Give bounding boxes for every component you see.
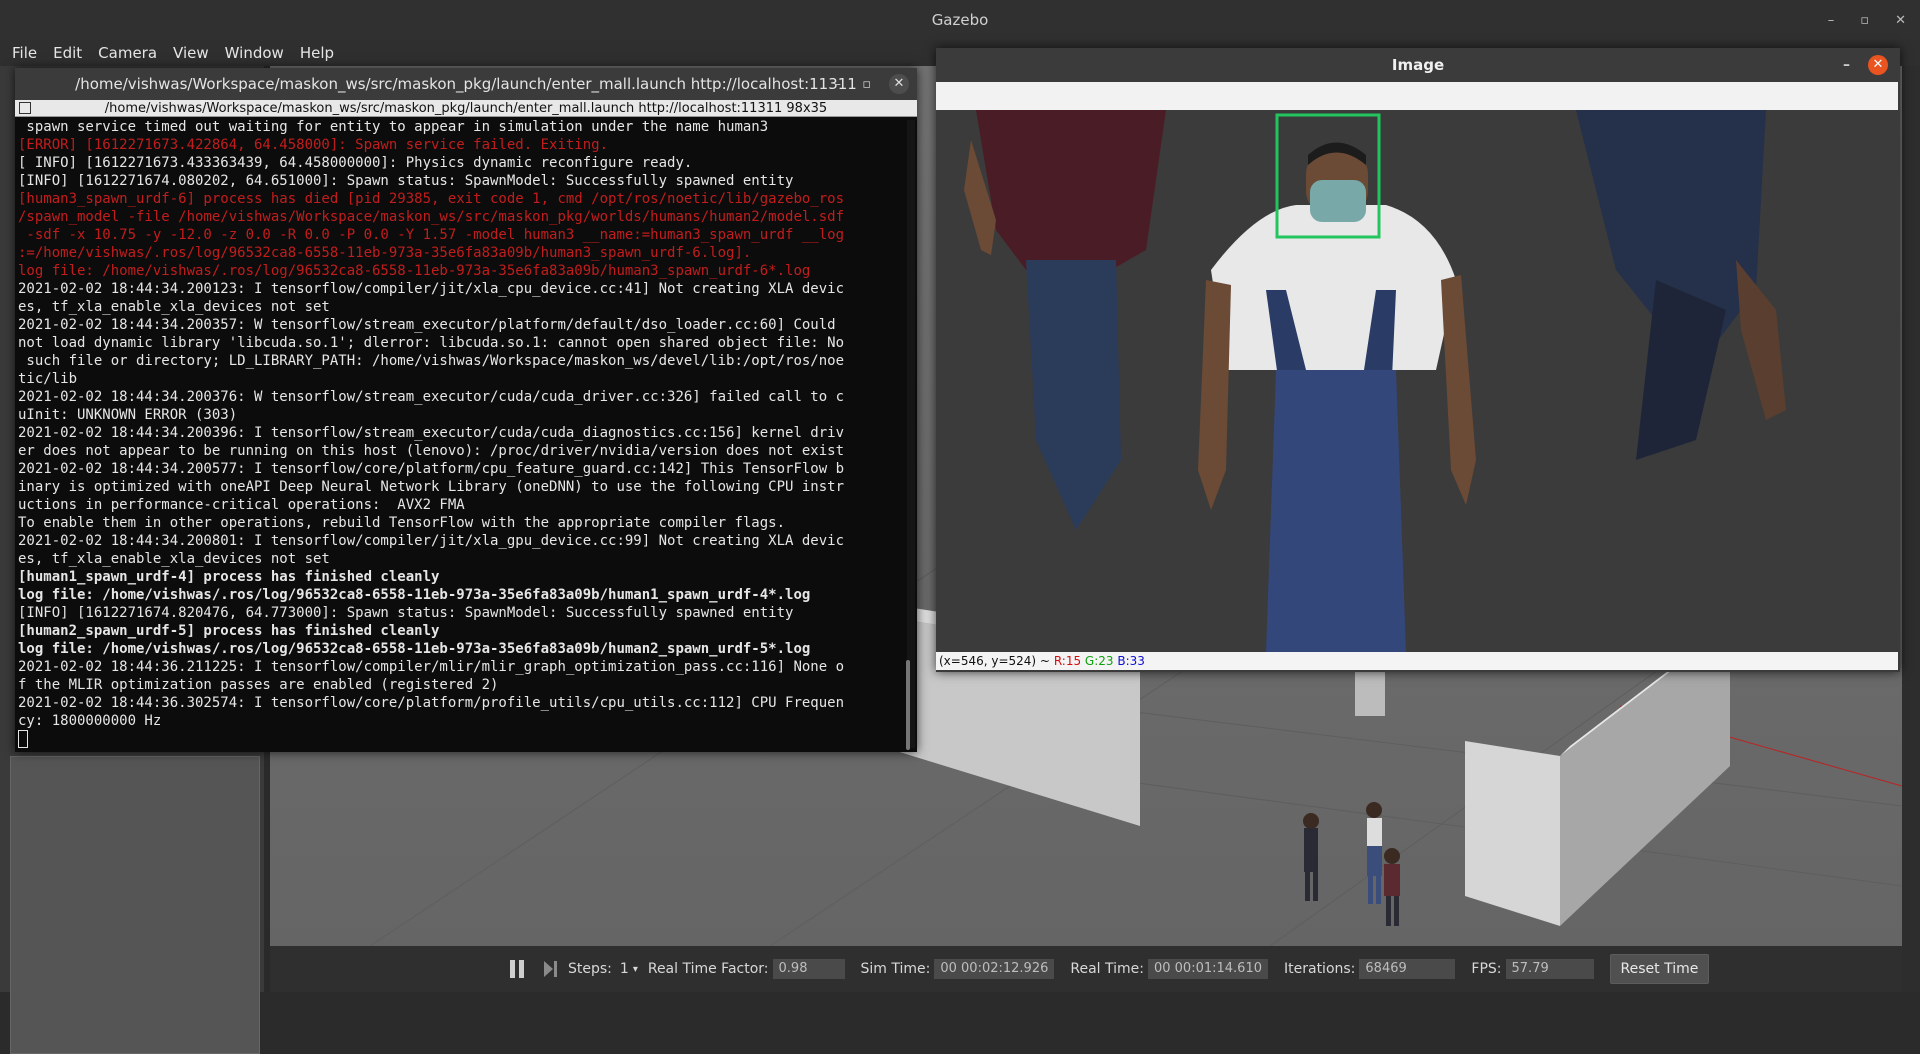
pixel-coords: (x=546, y=524) ~ xyxy=(939,654,1050,668)
image-window[interactable]: Image – ✕ (x=546, y=524) ~ R:15 G:23 B:3… xyxy=(936,48,1900,672)
close-button[interactable]: ✕ xyxy=(1895,13,1906,28)
terminal-line: es, tf_xla_enable_xla_devices not set xyxy=(18,299,330,315)
chevron-down-icon[interactable]: ▾ xyxy=(633,964,638,975)
image-titlebar[interactable]: Image – ✕ xyxy=(936,48,1900,82)
camera-image[interactable] xyxy=(936,110,1898,652)
properties-panel[interactable] xyxy=(10,756,260,1054)
step-forward-icon[interactable] xyxy=(544,961,558,977)
terminal-scrollbar-thumb[interactable] xyxy=(906,660,910,750)
minimize-button[interactable]: – xyxy=(835,68,842,100)
terminal-line: [human3_spawn_urdf-6] process has died [… xyxy=(18,191,845,207)
menu-edit[interactable]: Edit xyxy=(53,44,82,62)
real-time-factor-value: 0.98 xyxy=(772,959,845,979)
terminal-line: log file: /home/vishwas/.ros/log/96532ca… xyxy=(18,263,811,279)
terminal-line: [ERROR] [1612271673.422864, 64.458000]: … xyxy=(18,137,609,153)
terminal-line: es, tf_xla_enable_xla_devices not set xyxy=(18,551,330,567)
minimize-button[interactable]: – xyxy=(1828,13,1835,28)
real-time-value: 00 00:01:14.610 xyxy=(1147,959,1268,979)
close-button[interactable]: ✕ xyxy=(889,74,909,94)
terminal-title: /home/vishwas/Workspace/maskon_ws/src/ma… xyxy=(75,75,857,93)
terminal-tab[interactable]: /home/vishwas/Workspace/maskon_ws/src/ma… xyxy=(15,100,917,117)
terminal-line: inary is optimized with oneAPI Deep Neur… xyxy=(18,479,845,495)
pixel-info-status: (x=546, y=524) ~ R:15 G:23 B:33 xyxy=(936,652,1898,670)
terminal-tab-icon[interactable] xyxy=(19,102,31,114)
terminal-line: such file or directory; LD_LIBRARY_PATH:… xyxy=(18,353,845,369)
menu-file[interactable]: File xyxy=(12,44,37,62)
image-title: Image xyxy=(1391,56,1445,74)
gazebo-title: Gazebo xyxy=(931,11,989,29)
gazebo-window-controls: – ▫ ✕ xyxy=(1828,0,1906,40)
terminal-line: not load dynamic library 'libcuda.so.1';… xyxy=(18,335,845,351)
terminal-line: 2021-02-02 18:44:34.200801: I tensorflow… xyxy=(18,533,845,549)
camera-frame xyxy=(936,110,1898,652)
terminal-line: [human2_spawn_urdf-5] process has finish… xyxy=(18,623,440,639)
terminal-line: /spawn_model -file /home/vishwas/Workspa… xyxy=(18,209,845,225)
terminal-line: 2021-02-02 18:44:34.200123: I tensorflow… xyxy=(18,281,845,297)
real-time-label: Real Time: xyxy=(1070,961,1144,977)
terminal-line: log file: /home/vishwas/.ros/log/96532ca… xyxy=(18,641,811,657)
terminal-line: spawn service timed out waiting for enti… xyxy=(18,119,769,135)
terminal-line: er does not appear to be running on this… xyxy=(18,443,845,459)
fps-label: FPS: xyxy=(1471,961,1502,977)
gazebo-titlebar: Gazebo – ▫ ✕ xyxy=(0,0,1920,40)
iterations-label: Iterations: xyxy=(1284,961,1356,977)
terminal-titlebar[interactable]: /home/vishwas/Workspace/maskon_ws/src/ma… xyxy=(15,68,917,100)
terminal-line: [INFO] [1612271674.820476, 64.773000]: S… xyxy=(18,605,794,621)
terminal-line: tic/lib xyxy=(18,371,78,387)
image-toolbar xyxy=(936,82,1898,110)
right-scrollbar[interactable] xyxy=(1902,66,1920,992)
terminal-line: 2021-02-02 18:44:34.200577: I tensorflow… xyxy=(18,461,845,477)
terminal-output[interactable]: spawn service timed out waiting for enti… xyxy=(15,118,903,752)
terminal-line: 2021-02-02 18:44:36.302574: I tensorflow… xyxy=(18,695,845,711)
terminal-line: [human1_spawn_urdf-4] process has finish… xyxy=(18,569,440,585)
menu-view[interactable]: View xyxy=(173,44,209,62)
terminal-line: [INFO] [1612271674.080202, 64.651000]: S… xyxy=(18,173,794,189)
terminal-line: 2021-02-02 18:44:34.200357: W tensorflow… xyxy=(18,317,836,333)
text-cursor xyxy=(18,730,28,748)
menu-help[interactable]: Help xyxy=(300,44,334,62)
terminal-line: 2021-02-02 18:44:34.200396: I tensorflow… xyxy=(18,425,845,441)
minimize-button[interactable]: – xyxy=(1843,48,1850,82)
simulation-toolbar: Steps: 1 ▾ Real Time Factor: 0.98 Sim Ti… xyxy=(270,946,1902,992)
maximize-button[interactable]: ▫ xyxy=(1860,13,1869,28)
terminal-line: uInit: UNKNOWN ERROR (303) xyxy=(18,407,238,423)
steps-label: Steps: xyxy=(568,961,612,977)
terminal-line: f the MLIR optimization passes are enabl… xyxy=(18,677,499,693)
terminal-line: 2021-02-02 18:44:36.211225: I tensorflow… xyxy=(18,659,845,675)
real-time-factor-label: Real Time Factor: xyxy=(647,961,769,977)
iterations-value: 68469 xyxy=(1359,959,1456,979)
terminal-line: 2021-02-02 18:44:34.200376: W tensorflow… xyxy=(18,389,845,405)
pixel-red-value: R:15 xyxy=(1053,654,1082,668)
steps-spinner[interactable]: 1 xyxy=(620,961,629,977)
terminal-window[interactable]: /home/vishwas/Workspace/maskon_ws/src/ma… xyxy=(15,68,917,752)
terminal-line: uctions in performance-critical operatio… xyxy=(18,497,465,513)
menu-window[interactable]: Window xyxy=(225,44,284,62)
reset-time-button[interactable]: Reset Time xyxy=(1609,954,1710,984)
terminal-line: :=/home/vishwas/.ros/log/96532ca8-6558-1… xyxy=(18,245,752,261)
terminal-line: To enable them in other operations, rebu… xyxy=(18,515,786,531)
pause-icon[interactable] xyxy=(510,960,524,978)
pixel-green-value: G:23 xyxy=(1084,654,1114,668)
terminal-line: -sdf -x 10.75 -y -12.0 -z 0.0 -R 0.0 -P … xyxy=(18,227,845,243)
terminal-line: log file: /home/vishwas/.ros/log/96532ca… xyxy=(18,587,811,603)
fps-value: 57.79 xyxy=(1505,959,1594,979)
terminal-prompt-line[interactable] xyxy=(18,730,901,750)
close-button[interactable]: ✕ xyxy=(1868,55,1888,75)
terminal-tab-title: /home/vishwas/Workspace/maskon_ws/src/ma… xyxy=(104,100,828,116)
sim-time-value: 00 00:02:12.926 xyxy=(934,959,1055,979)
terminal-scrollbar[interactable] xyxy=(907,120,915,748)
terminal-line: cy: 1800000000 Hz xyxy=(18,713,162,729)
maximize-button[interactable]: ▫ xyxy=(862,68,871,100)
menu-camera[interactable]: Camera xyxy=(98,44,157,62)
pixel-blue-value: B:33 xyxy=(1117,654,1145,668)
terminal-line: [ INFO] [1612271673.433363439, 64.458000… xyxy=(18,155,693,171)
sim-time-label: Sim Time: xyxy=(860,961,931,977)
